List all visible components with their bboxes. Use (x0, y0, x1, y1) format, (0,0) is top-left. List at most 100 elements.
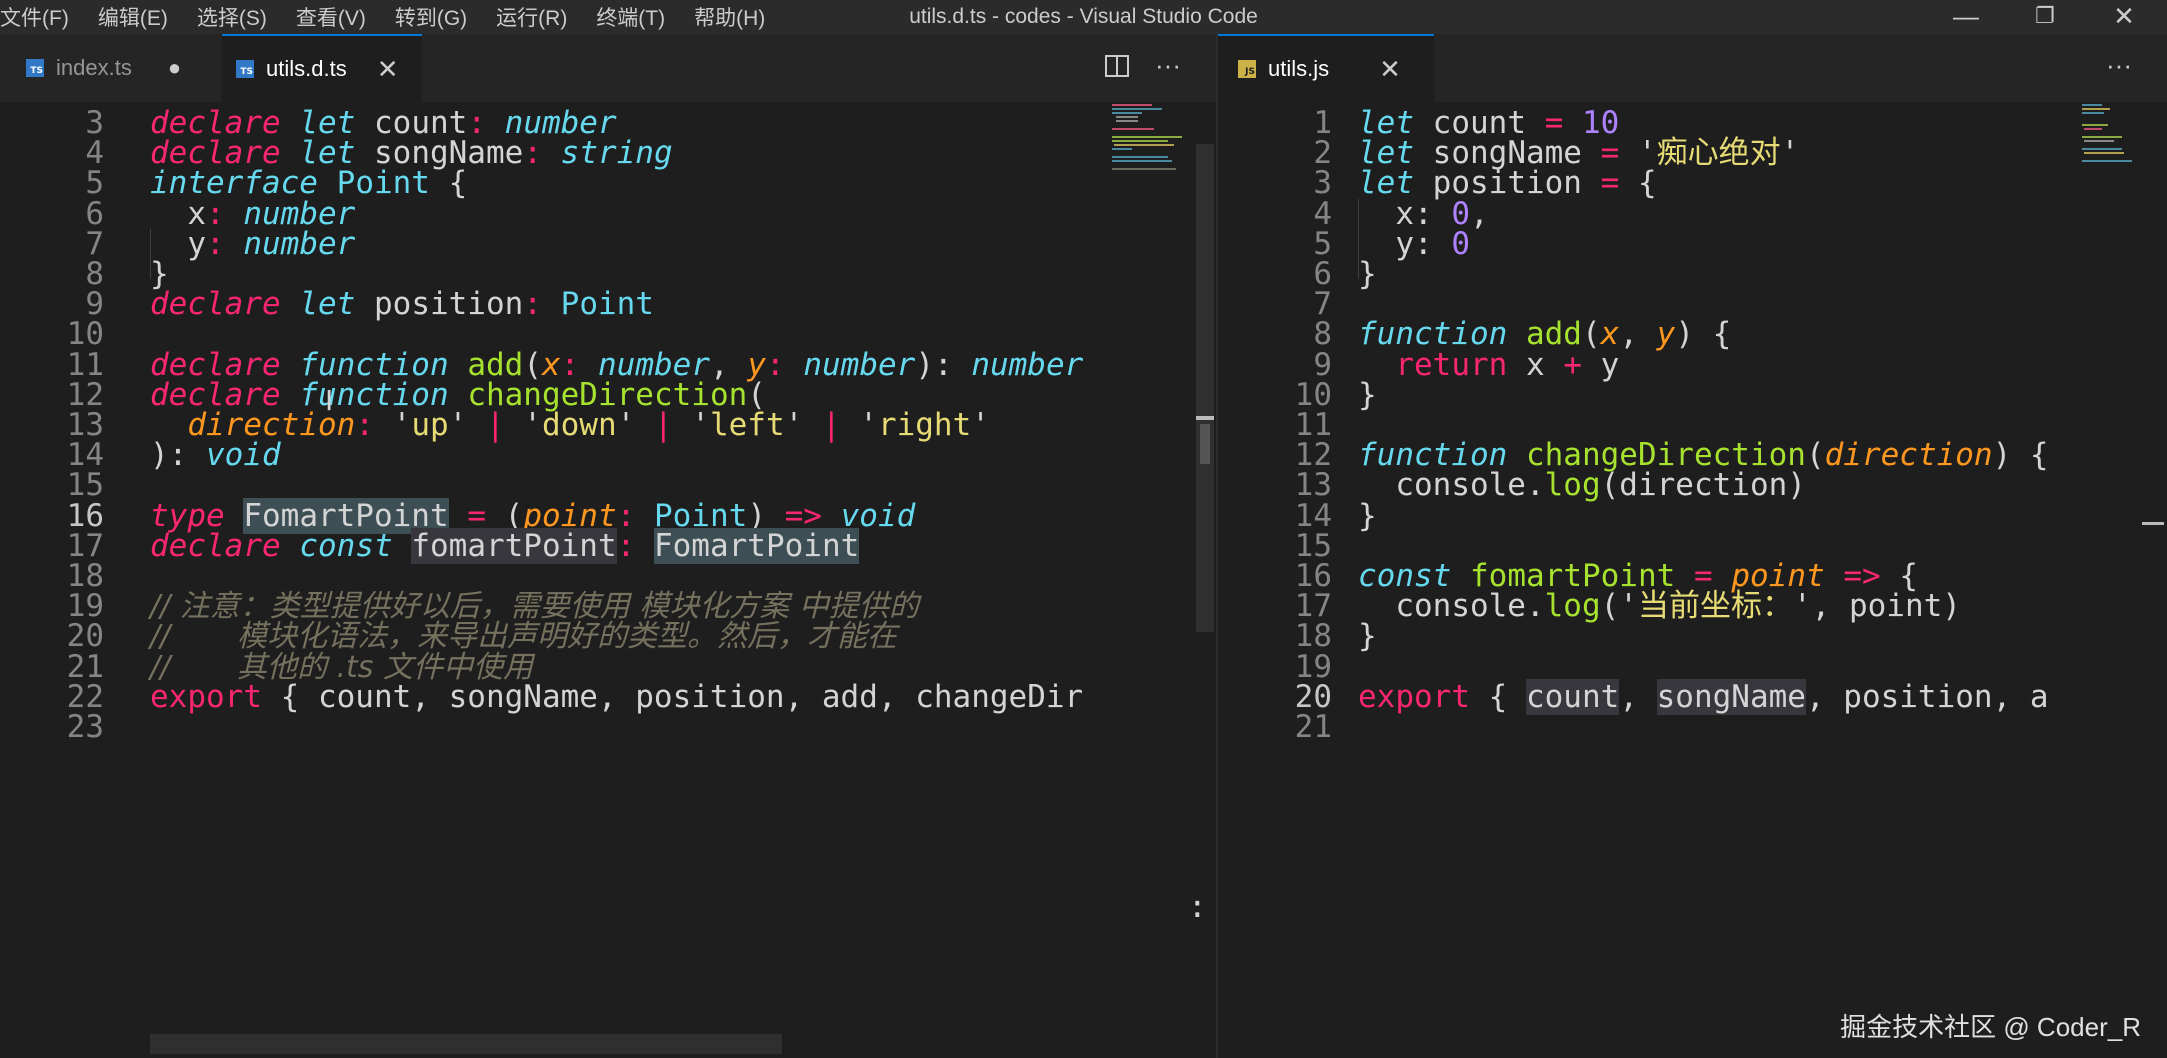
code-token: ) { (1992, 437, 2049, 474)
more-actions-icon[interactable]: ··· (1155, 50, 1181, 81)
tab-utils-js[interactable]: JS utils.js ✕ (1218, 34, 1434, 102)
left-scroll-thumb[interactable] (1200, 424, 1210, 464)
code-token: = (1600, 165, 1620, 202)
close-window-button[interactable]: ✕ (2094, 0, 2154, 34)
code-line[interactable]: } (1358, 253, 1377, 295)
code-line[interactable]: export { count, songName, position, a (1358, 676, 2049, 718)
left-minimap[interactable] (1110, 102, 1190, 182)
split-editor-icon[interactable] (1104, 54, 1130, 78)
menu-run[interactable]: 运行(R) (496, 2, 567, 32)
code-token: export (1358, 678, 1470, 715)
code-token: right (877, 407, 972, 443)
code-line[interactable]: } (1358, 374, 1377, 416)
menu-help[interactable]: 帮助(H) (694, 2, 765, 32)
code-token: , (1470, 195, 1489, 232)
unsaved-dot-icon[interactable]: ● (168, 55, 181, 81)
code-token: : (616, 527, 636, 564)
code-line[interactable]: declare const fomartPoint: FomartPoint (150, 525, 860, 567)
code-token: : (523, 286, 542, 323)
tab-utils-d-ts[interactable]: TS utils.d.ts ✕ (222, 34, 422, 102)
code-token: ( (1805, 437, 1825, 474)
code-token: direction (1824, 437, 1993, 474)
mouse-text-cursor-icon: I (325, 384, 334, 417)
code-token: string (560, 135, 673, 172)
code-token: position (355, 286, 524, 323)
code-token: left (709, 407, 785, 443)
right-editor[interactable]: 1 let count = 10 2 let songName = '痴心绝对' 3 le… (1218, 102, 2167, 1058)
code-token: | (485, 407, 505, 443)
minimize-button[interactable]: — (1936, 0, 1996, 34)
menu-view[interactable]: 查看(V) (296, 2, 366, 32)
menu-terminal[interactable]: 终端(T) (596, 2, 665, 32)
menu-selection[interactable]: 选择(S) (197, 2, 267, 32)
code-token: log (1544, 588, 1601, 625)
code-token: ' (971, 407, 990, 443)
code-token: : (523, 135, 542, 172)
menu-go[interactable]: 转到(G) (395, 2, 467, 32)
code-token: log (1544, 467, 1601, 504)
code-line[interactable]: console.log('当前坐标：', point) (1358, 585, 1961, 627)
code-token: number (803, 346, 916, 383)
code-token: ', point) (1792, 588, 1961, 625)
code-token: ) { (1675, 316, 1732, 353)
code-token: up (411, 407, 449, 443)
code-token: ' (840, 407, 878, 443)
tab-index-ts[interactable]: TS index.ts ● (0, 34, 222, 102)
code-line[interactable]: declare let position: Point (150, 283, 654, 325)
code-token: , (1619, 678, 1657, 715)
code-token: console. (1358, 467, 1545, 504)
restore-button[interactable]: ❐ (2015, 0, 2075, 34)
code-line[interactable]: } (1358, 495, 1377, 537)
code-token: + (1563, 346, 1582, 383)
code-token: } (1358, 256, 1377, 292)
code-line[interactable]: y: number (150, 223, 355, 265)
code-token: FomartPoint (653, 527, 860, 564)
code-token: fomartPoint (411, 527, 617, 564)
code-line[interactable]: export { count, songName, position, add,… (150, 676, 1083, 718)
code-token: ): (915, 346, 972, 383)
code-token: } (1358, 618, 1377, 655)
watermark: 掘金技术社区 @ Coder_R (1840, 1012, 2141, 1042)
close-tab-icon[interactable]: ✕ (1379, 54, 1401, 85)
code-token: Point (560, 286, 654, 323)
code-token: declare (150, 527, 281, 564)
left-editor[interactable]: 3 declare let count: number 4 declare let s… (0, 102, 1216, 1058)
left-horizontal-scrollbar[interactable] (150, 1034, 782, 1054)
code-line[interactable]: console.log(direction) (1358, 464, 1806, 506)
code-token: 当前坐标： (1637, 588, 1793, 625)
menu-bar: 文件(F) 编辑(E) 选择(S) 查看(V) 转到(G) 运行(R) 终端(T… (0, 0, 794, 34)
left-scroll-position (1196, 416, 1214, 420)
code-token: number (243, 225, 356, 262)
code-line[interactable]: } (1358, 615, 1377, 657)
code-token: console. (1358, 588, 1545, 625)
left-scrollbar[interactable] (1196, 144, 1214, 632)
code-token: | (821, 407, 841, 443)
line-number: 21 (1294, 709, 1332, 745)
menu-edit[interactable]: 编辑(E) (98, 2, 168, 32)
menu-file[interactable]: 文件(F) (0, 2, 69, 32)
code-token: void (206, 437, 281, 474)
tab-label: utils.js (1268, 56, 1330, 81)
overflow-marker: : (1188, 889, 1207, 925)
code-token: x (1507, 346, 1564, 383)
tab-label: index.ts (56, 55, 132, 80)
code-token: (' (1600, 588, 1638, 625)
code-token: ): (150, 437, 206, 474)
ts-file-icon: TS (236, 60, 254, 78)
close-tab-icon[interactable]: ✕ (377, 54, 399, 85)
code-token: ' (784, 407, 822, 443)
code-line[interactable]: ): void (150, 434, 281, 476)
code-token: : (765, 346, 785, 383)
code-token: number (971, 346, 1084, 383)
code-token: export (150, 678, 262, 715)
right-minimap[interactable] (2080, 102, 2150, 172)
code-token: declare (150, 286, 281, 323)
code-token: songName (1656, 678, 1806, 715)
code-line[interactable]: return x + y (1358, 344, 1619, 386)
more-actions-icon[interactable]: ··· (2106, 50, 2132, 81)
code-token: y (1656, 316, 1676, 353)
